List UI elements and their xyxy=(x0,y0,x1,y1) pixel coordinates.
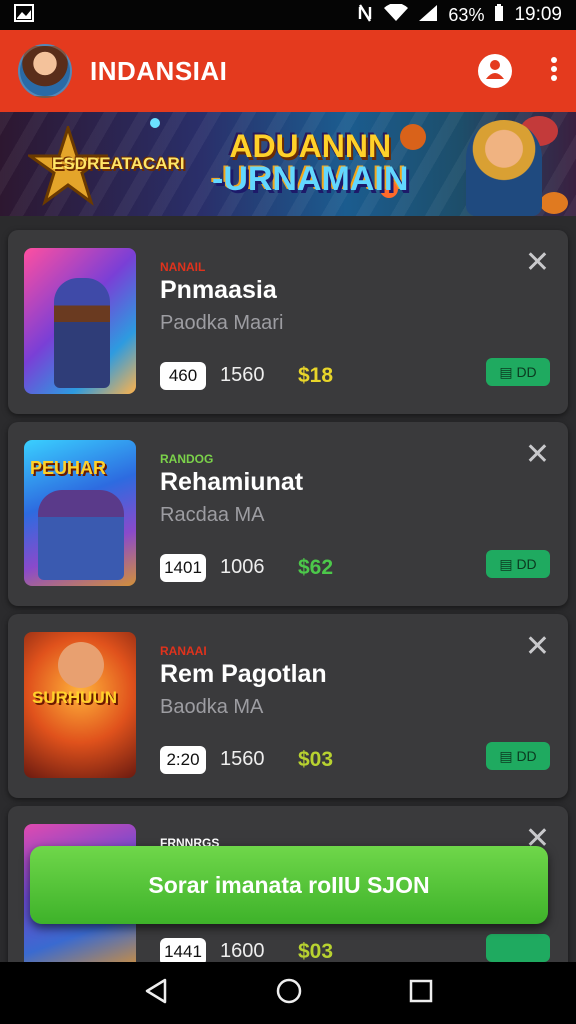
person-icon xyxy=(484,58,506,85)
thumbnail-logo: PEUHAR xyxy=(30,458,107,478)
gallery-notification-icon xyxy=(14,3,34,27)
thumbnail-logo: SURHUUN xyxy=(32,688,117,707)
game-card[interactable]: SURHUUN RANAAI Rem Pagotlan Baodka MA 2:… xyxy=(8,614,568,798)
banner-decoration xyxy=(540,192,568,214)
banner-hero-character xyxy=(466,120,542,216)
close-icon[interactable]: ✕ xyxy=(525,248,550,278)
join-button[interactable]: ▤ DD xyxy=(486,550,550,578)
thumbnail-character xyxy=(54,278,110,388)
system-nav-bar xyxy=(0,962,576,1024)
prize-amount: $18 xyxy=(298,364,334,387)
avatar[interactable] xyxy=(18,44,72,98)
player-count: 1560 xyxy=(220,364,265,386)
prize-amount: $03 xyxy=(298,748,334,771)
close-icon[interactable]: ✕ xyxy=(525,632,550,662)
game-title: Rem Pagotlan xyxy=(160,660,327,688)
primary-cta-button[interactable]: Sorar imanata roIIU SJON xyxy=(30,846,548,924)
banner-headline-line1: ADUANNN xyxy=(229,128,392,164)
banner-brand-text: ESDREATACARI xyxy=(52,154,185,173)
prize-amount: $62 xyxy=(298,556,334,579)
entry-badge: 460 xyxy=(160,362,206,390)
clock: 19:09 xyxy=(514,4,562,25)
game-subtitle: Paodka Maari xyxy=(160,312,284,334)
banner-headline: ADUANNN -URNAMAIN xyxy=(212,130,408,196)
wifi-icon xyxy=(384,2,409,27)
close-icon[interactable]: ✕ xyxy=(525,440,550,470)
battery-percentage: 63% xyxy=(448,4,485,25)
home-icon[interactable] xyxy=(275,977,303,1010)
app-bar: INDANSIAI xyxy=(0,30,576,112)
game-tag: NANAIL xyxy=(160,260,206,274)
join-button[interactable] xyxy=(486,934,550,962)
join-button[interactable]: ▤ DD xyxy=(486,358,550,386)
banner-decoration xyxy=(150,118,160,128)
nfc-off-icon xyxy=(356,3,374,28)
game-title: Rehamiunat xyxy=(160,468,304,496)
recents-icon[interactable] xyxy=(409,979,433,1008)
tournament-banner[interactable]: ESDREATACARI ADUANNN -URNAMAIN xyxy=(0,112,576,216)
status-bar: 63% 19:09 xyxy=(0,0,576,30)
prize-amount: $03 xyxy=(298,940,334,963)
entry-badge: 2:20 xyxy=(160,746,206,774)
player-count: 1600 xyxy=(220,940,265,962)
thumbnail-character xyxy=(58,642,104,688)
game-subtitle: Racdaa MA xyxy=(160,504,265,526)
back-icon[interactable] xyxy=(143,978,169,1009)
game-card[interactable]: PEUHAR RANDOG Rehamiunat Racdaa MA 1401 … xyxy=(8,422,568,606)
entry-badge: 1401 xyxy=(160,554,206,582)
game-tag: RANAAI xyxy=(160,644,207,658)
app-title: INDANSIAI xyxy=(90,55,228,86)
battery-icon xyxy=(494,3,504,27)
player-count: 1006 xyxy=(220,556,265,578)
game-thumbnail[interactable]: SURHUUN xyxy=(24,632,136,778)
more-options-icon[interactable] xyxy=(550,56,558,86)
thumbnail-character xyxy=(38,490,124,580)
game-tag: RANDOG xyxy=(160,452,214,466)
game-subtitle: Baodka MA xyxy=(160,696,264,718)
game-card[interactable]: NANAIL Pnmaasia Paodka Maari 460 1560 $1… xyxy=(8,230,568,414)
banner-headline-line2: -URNAMAIN xyxy=(212,160,409,198)
signal-icon xyxy=(418,4,438,27)
game-title: Pnmaasia xyxy=(160,276,277,304)
game-thumbnail[interactable] xyxy=(24,248,136,394)
player-count: 1560 xyxy=(220,748,265,770)
join-button[interactable]: ▤ DD xyxy=(486,742,550,770)
game-thumbnail[interactable]: PEUHAR xyxy=(24,440,136,586)
profile-button[interactable] xyxy=(478,54,512,88)
